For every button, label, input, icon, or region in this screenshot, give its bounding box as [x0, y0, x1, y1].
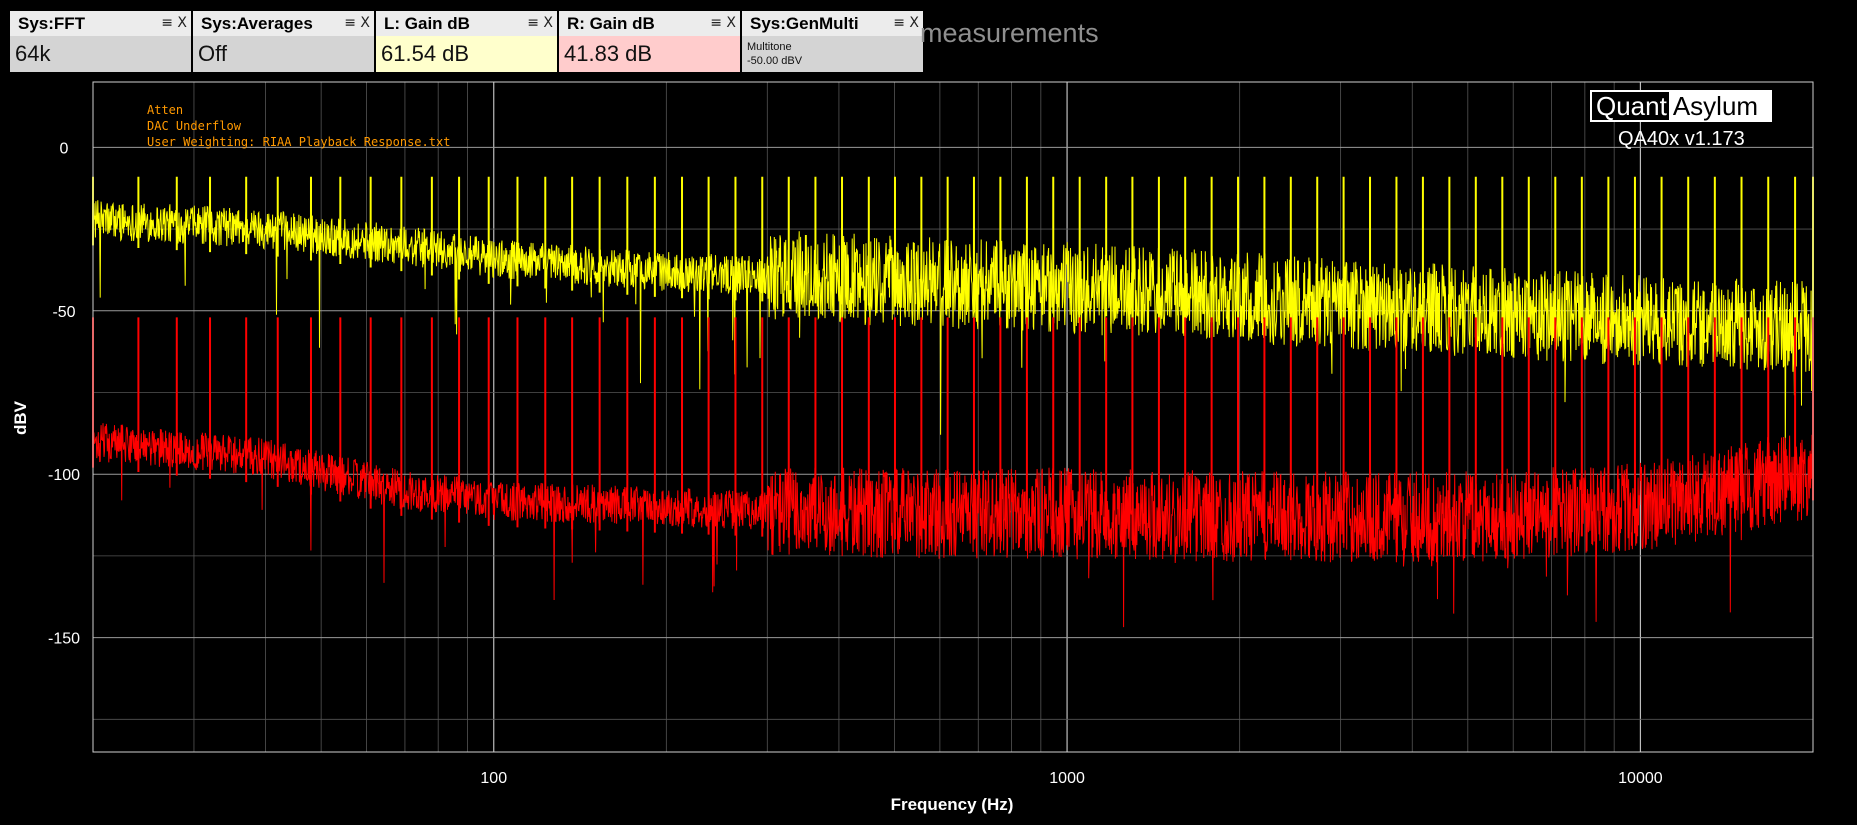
y-tick-label: 0: [60, 140, 69, 157]
x-tick-label: 1000: [1049, 770, 1085, 787]
version-label: QA40x v1.173: [1618, 128, 1745, 150]
annotation-text: Atten: [147, 103, 183, 117]
x-tick-label: 10000: [1618, 770, 1663, 787]
x-axis-label: Frequency (Hz): [891, 795, 1014, 814]
logo-left: Quant: [1592, 92, 1669, 120]
y-tick-label: -150: [48, 631, 80, 648]
x-tick-label: 100: [480, 770, 507, 787]
chart-axes: 0 -50 -100 -150 100 1000 10000: [48, 81, 1814, 787]
y-tick-label: -50: [52, 304, 75, 321]
y-tick-label: -100: [48, 467, 80, 484]
annotation-text: DAC Underflow: [147, 119, 242, 133]
series-right-channel: [92, 317, 1814, 628]
logo-right: Asylum: [1668, 92, 1770, 120]
y-axis-label: dBV: [11, 400, 30, 435]
annotation-text: User Weighting: RIAA Playback Response.t…: [147, 135, 450, 149]
spectrum-chart: 0 -50 -100 -150 100 1000 10000 Atten DAC Underf…: [11, 81, 1814, 814]
quantasylum-logo: Quant Asylum: [1590, 90, 1772, 122]
